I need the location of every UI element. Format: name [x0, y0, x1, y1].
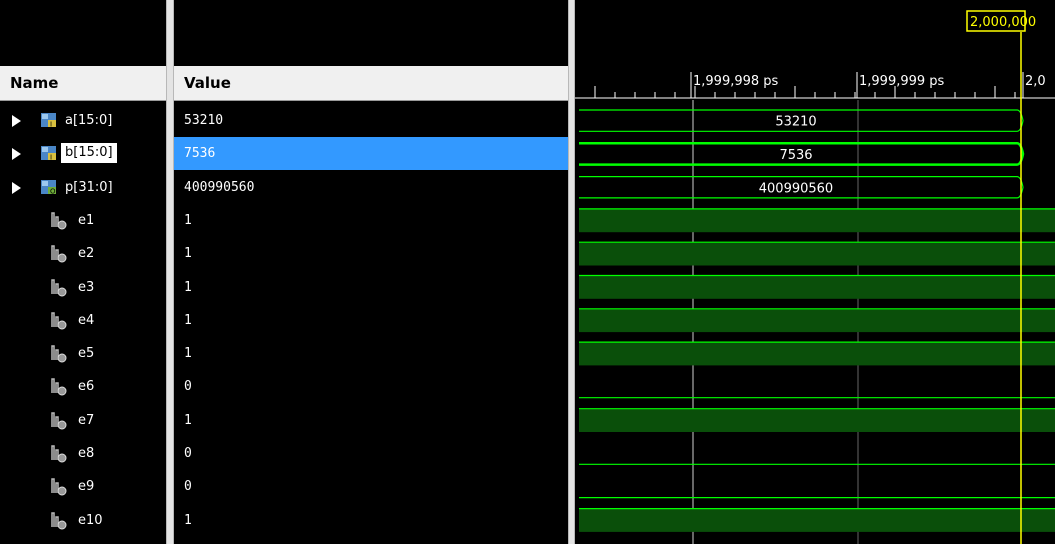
name-row[interactable]: Ib[15:0] [0, 137, 166, 170]
name-row[interactable]: e7 [0, 404, 166, 437]
bus-signal-icon: I [41, 146, 56, 162]
name-row[interactable]: e3 [0, 271, 166, 304]
value-row[interactable]: 400990560 [174, 171, 568, 204]
name-row[interactable]: e6 [0, 370, 166, 403]
bit-wave-high-fill [579, 408, 1055, 432]
name-row[interactable]: e1 [0, 204, 166, 237]
value-row[interactable]: 1 [174, 204, 568, 237]
name-row[interactable]: e4 [0, 304, 166, 337]
expand-arrow-icon[interactable] [12, 181, 21, 194]
svg-text:O: O [50, 187, 56, 195]
signal-name: p[31:0] [65, 179, 113, 195]
bit-wave-high-fill [579, 342, 1055, 366]
signal-value: 0 [184, 479, 192, 495]
value-row[interactable]: 0 [174, 470, 568, 503]
signal-name: e5 [78, 346, 95, 362]
signal-name: e8 [78, 446, 95, 461]
signal-value: 53210 [184, 113, 224, 128]
pane-splitter-right[interactable] [568, 0, 575, 544]
bit-signal-icon [51, 312, 67, 330]
bit-signal-icon [51, 345, 67, 363]
svg-text:I: I [50, 121, 52, 129]
value-row[interactable]: 53210 [174, 104, 568, 137]
name-row[interactable]: e5 [0, 337, 166, 370]
name-row[interactable]: e8 [0, 437, 166, 470]
value-row[interactable]: 0 [174, 370, 568, 403]
time-tick-label: 1,999,998 ps [693, 74, 779, 89]
name-column-header[interactable]: Name [0, 66, 166, 101]
signal-value: 1 [184, 279, 192, 295]
bit-signal-icon [51, 278, 67, 296]
bus-wave-value: 7536 [779, 148, 812, 163]
signal-name: e3 [78, 279, 95, 295]
name-row[interactable]: e9 [0, 470, 166, 503]
bit-wave-high-fill [579, 208, 1055, 233]
value-pane: Value 53210 7536 400990560 1 1 1 1 1 0 1 0 0 1 [174, 0, 568, 544]
bit-signal-icon [51, 378, 67, 396]
signal-name: e1 [78, 212, 95, 228]
signal-value: 1 [184, 512, 192, 528]
bus-wave-value: 400990560 [759, 181, 833, 196]
expand-arrow-icon[interactable] [12, 115, 21, 127]
time-tick-label: 1,999,999 ps [859, 74, 945, 89]
signal-name: e7 [78, 412, 95, 428]
name-row[interactable]: e10 [0, 504, 166, 537]
value-row[interactable]: 1 [174, 404, 568, 437]
name-pane: Name Ia[15:0] Ib[15:0] Op[31:0] e1 e2 e3 e4 e5 e… [0, 0, 166, 544]
bit-signal-icon [51, 511, 67, 530]
signal-name: e10 [78, 512, 103, 528]
signal-value: 1 [184, 212, 192, 228]
signal-name: e6 [78, 379, 95, 395]
name-row[interactable]: Ia[15:0] [0, 104, 166, 137]
signal-value: 400990560 [184, 179, 255, 195]
value-row[interactable]: 1 [174, 504, 568, 537]
signal-value: 7536 [184, 146, 216, 162]
signal-value: 1 [184, 346, 192, 362]
name-row[interactable]: Op[31:0] [0, 171, 166, 204]
waveform-canvas[interactable]: 1,999,998 ps 1,999,999 ps 2,0 2,000,000 5321… [575, 0, 1055, 544]
bit-signal-icon [51, 445, 67, 463]
signal-name: e2 [78, 246, 95, 262]
name-row[interactable]: e2 [0, 237, 166, 270]
signal-name: e4 [78, 312, 95, 328]
cursor-time-label: 2,000,000 [970, 15, 1036, 30]
value-row[interactable]: 1 [174, 237, 568, 270]
value-column-header[interactable]: Value [174, 66, 568, 101]
signal-value: 1 [184, 312, 192, 328]
expand-arrow-icon[interactable] [12, 148, 21, 161]
signal-name: e9 [78, 479, 95, 495]
value-row[interactable]: 1 [174, 304, 568, 337]
signal-value: 0 [184, 379, 192, 395]
bit-wave-high-fill [579, 242, 1055, 266]
signal-value: 1 [184, 246, 192, 262]
bit-signal-icon [51, 478, 67, 496]
bus-wave-value: 53210 [775, 115, 816, 130]
signal-value: 1 [184, 412, 192, 428]
bit-wave-high-fill [579, 508, 1055, 532]
signal-name: a[15:0] [65, 113, 113, 128]
value-row[interactable]: 7536 [174, 137, 568, 171]
pane-splitter-left[interactable] [166, 0, 174, 544]
bit-signal-icon [51, 245, 67, 263]
value-row[interactable]: 1 [174, 271, 568, 304]
bit-wave-high-fill [579, 308, 1055, 333]
signal-name: b[15:0] [61, 143, 117, 164]
value-row[interactable]: 1 [174, 337, 568, 370]
bit-signal-icon [51, 212, 67, 230]
bit-wave-high-fill [579, 275, 1055, 299]
signal-value: 0 [184, 446, 192, 461]
bit-signal-icon [51, 411, 67, 430]
waveform-pane[interactable]: 1,999,998 ps 1,999,999 ps 2,0 2,000,000 5321… [575, 0, 1055, 544]
bus-signal-icon: O [41, 179, 56, 195]
time-tick-label: 2,0 [1025, 74, 1046, 89]
bus-signal-icon: I [41, 113, 56, 129]
svg-text:I: I [50, 154, 52, 162]
value-row[interactable]: 0 [174, 437, 568, 470]
